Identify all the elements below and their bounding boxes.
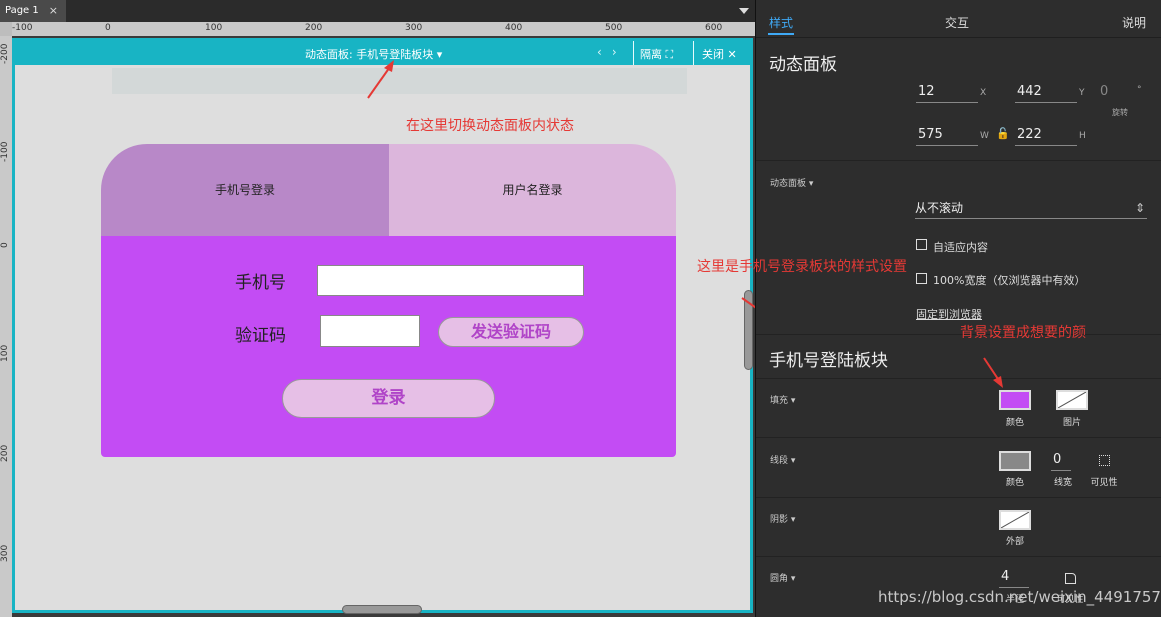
annotation-arrows (367, 60, 755, 309)
annotation-arrows-right (983, 357, 1003, 388)
annotation-style-settings: 这里是手机号登录板块的样式设置 (697, 259, 907, 275)
canvas-area: Page 1 × -100 0 100 200 300 400 500 600 … (0, 0, 755, 617)
arrowhead (993, 376, 1003, 388)
annotation-bg-setting: 背景设置成想要的颜 (960, 325, 1086, 341)
annotation-switch-state: 在这里切换动态面板内状态 (406, 118, 574, 134)
arrowhead (384, 60, 394, 72)
annotation-arrow (741, 297, 755, 309)
watermark: https://blog.csdn.net/weixin_44917577 (878, 588, 1161, 606)
